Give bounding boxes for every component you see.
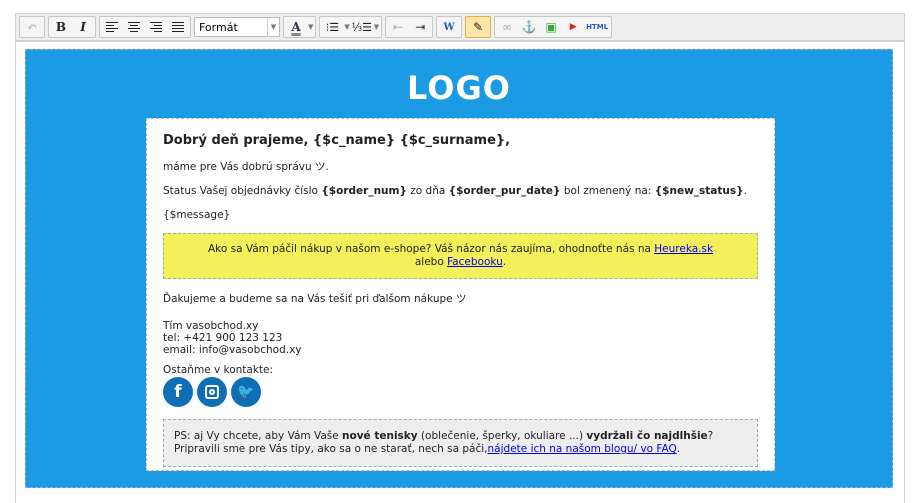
chevron-down-icon: ▼ — [373, 23, 380, 31]
status-mid2: bol zmenený na: — [560, 185, 655, 197]
ps-box: PS: aj Vy chcete, aby Vám Vaše nové teni… — [163, 419, 758, 467]
align-left-button[interactable] — [102, 18, 122, 36]
team-name: Tím vasobchod.xy — [163, 320, 259, 332]
ps-bold-2: vydržali čo najdlhšie — [586, 430, 708, 442]
chevron-down-icon: ▼ — [267, 18, 279, 36]
italic-button[interactable]: I — [73, 18, 93, 36]
order-date: {$order_pur_date} — [448, 185, 561, 197]
message-placeholder: {$message} — [163, 209, 231, 221]
contact-label: Ostaňme v kontakte: — [163, 364, 274, 376]
blog-faq-link[interactable]: nájdete ich na našom blogu/ vo FAQ — [488, 443, 677, 455]
chevron-down-icon: ▼ — [344, 23, 350, 31]
signature: Tím vasobchod.xy tel: +421 900 123 123 ema… — [163, 320, 758, 356]
ps-1: PS: aj Vy chcete, aby Vám Vaše — [174, 430, 343, 442]
editor-toolbar: ↶ B I Formát ▼ A ▼ ⁝☰ ▼ ⅓☰ ▼ ⇤ ⇥ W ✎ ∞ ⚓ ▣ ▶… — [15, 13, 905, 41]
link-icon[interactable]: ∞ — [497, 18, 517, 36]
status-end: . — [743, 185, 747, 197]
email-background: LOGO Dobrý deň prajeme, {$c_name} {$c_su… — [25, 49, 893, 488]
youtube-icon[interactable]: ▶ — [563, 18, 583, 36]
greeting-heading: Dobrý deň prajeme, {$c_name} {$c_surname… — [163, 133, 511, 148]
chevron-down-icon: ▼ — [308, 23, 314, 31]
ps-3: ? — [707, 430, 714, 442]
status-pre: Status Vašej objednávky číslo — [163, 185, 322, 197]
heureka-link[interactable]: Heureka.sk — [654, 243, 713, 255]
align-right-button[interactable] — [146, 18, 166, 36]
ps-end: . — [676, 443, 681, 455]
review-or: alebo — [414, 256, 448, 268]
undo-button[interactable]: ↶ — [22, 18, 42, 36]
numbered-list-button[interactable]: ⅓☰ — [352, 18, 373, 36]
ps-bold-1: nové tenisky — [342, 430, 418, 442]
facebook-link[interactable]: Facebooku — [447, 256, 503, 268]
anchor-icon[interactable]: ⚓ — [519, 18, 539, 36]
editor-content-area[interactable]: LOGO Dobrý deň prajeme, {$c_name} {$c_su… — [15, 41, 905, 503]
bullet-list-button[interactable]: ⁝☰ — [322, 18, 342, 36]
align-justify-button[interactable] — [168, 18, 188, 36]
format-select-value: Formát — [199, 20, 238, 34]
facebook-icon[interactable]: f — [163, 377, 193, 407]
logo: LOGO — [407, 69, 511, 107]
email-address: email: info@vasobchod.xy — [163, 344, 302, 356]
outdent-button[interactable]: ⇤ — [388, 18, 408, 36]
font-color-button[interactable]: A — [286, 18, 306, 36]
ps-2: (oblečenie, šperky, okuliare ...) — [417, 430, 587, 442]
status-mid: zo dňa — [406, 185, 449, 197]
social-icons: f 🐦 — [163, 377, 758, 407]
image-icon[interactable]: ▣ — [541, 18, 561, 36]
bold-button[interactable]: B — [51, 18, 71, 36]
format-select[interactable]: Formát ▼ — [194, 17, 280, 37]
review-text: Ako sa Vám páčil nákup v našom e-shope? … — [207, 243, 655, 255]
indent-button[interactable]: ⇥ — [410, 18, 430, 36]
email-card: Dobrý deň prajeme, {$c_name} {$c_surname… — [146, 118, 775, 471]
twitter-icon[interactable]: 🐦 — [231, 377, 261, 407]
table-edit-icon[interactable]: ✎ — [468, 18, 488, 36]
order-num: {$order_num} — [321, 185, 407, 197]
html-source-button[interactable]: HTML — [585, 18, 609, 36]
phone: tel: +421 900 123 123 — [163, 332, 283, 344]
new-status: {$new_status} — [654, 185, 744, 197]
align-center-button[interactable] — [124, 18, 144, 36]
paste-from-word-icon[interactable]: W — [439, 18, 459, 36]
review-box: Ako sa Vám páčil nákup v našom e-shope? … — [163, 233, 758, 279]
review-end: . — [502, 256, 507, 268]
thanks-text: Ďakujeme a budeme sa na Vás tešiť pri ďa… — [163, 293, 467, 305]
status-text: Status Vašej objednávky číslo {$order_nu… — [163, 185, 758, 198]
ps-4: Pripravili sme pre Vás tipy, ako sa o ne… — [174, 443, 488, 455]
instagram-icon[interactable] — [197, 377, 227, 407]
good-news-text: máme pre Vás dobrú správu ツ. — [163, 161, 329, 173]
